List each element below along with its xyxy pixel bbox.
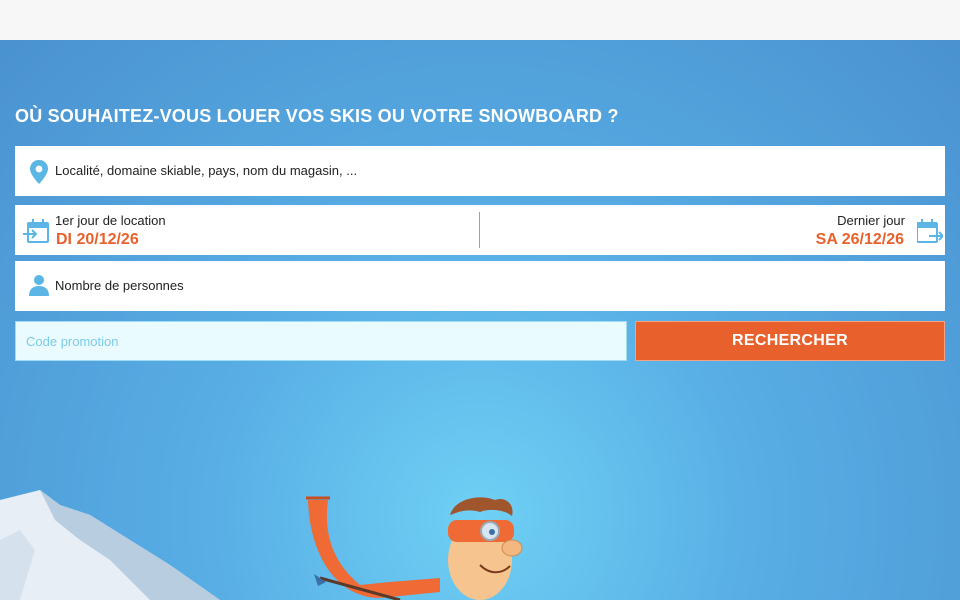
search-hero: OÙ SOUHAITEZ-VOUS LOUER VOS SKIS OU VOTR… xyxy=(0,40,960,600)
promo-code-input[interactable] xyxy=(15,321,627,361)
mountain-illustration xyxy=(0,490,220,600)
persons-label: Nombre de personnes xyxy=(55,278,184,293)
skier-mascot-illustration xyxy=(306,496,523,600)
end-date-value: SA 26/12/26 xyxy=(815,231,904,248)
person-icon xyxy=(28,274,52,298)
start-date-value: DI 20/12/26 xyxy=(56,231,139,248)
location-placeholder: Localité, domaine skiable, pays, nom du … xyxy=(55,163,358,178)
map-pin-icon xyxy=(29,159,53,184)
search-button[interactable]: RECHERCHER xyxy=(635,321,945,361)
end-date-label: Dernier jour xyxy=(837,213,905,228)
search-headline: OÙ SOUHAITEZ-VOUS LOUER VOS SKIS OU VOTR… xyxy=(15,106,619,126)
calendar-start-icon[interactable] xyxy=(23,219,49,243)
location-field[interactable]: Localité, domaine skiable, pays, nom du … xyxy=(15,146,945,196)
start-date-label: 1er jour de location xyxy=(55,213,166,228)
dates-field: 1er jour de location DI 20/12/26 Dernier… xyxy=(15,205,945,255)
top-bar xyxy=(0,0,960,40)
calendar-end-icon[interactable] xyxy=(916,219,945,243)
date-divider xyxy=(479,212,480,248)
persons-field[interactable]: Nombre de personnes xyxy=(15,261,945,311)
